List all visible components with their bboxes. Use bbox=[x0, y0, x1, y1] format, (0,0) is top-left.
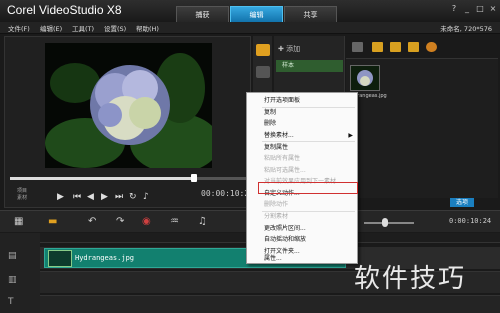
title-track[interactable] bbox=[40, 295, 500, 313]
tab-share[interactable]: 共享 bbox=[284, 6, 337, 22]
repeat-icon[interactable]: ↻ bbox=[129, 192, 137, 202]
hydrangea-image bbox=[45, 43, 212, 168]
show-audio-icon[interactable] bbox=[408, 42, 419, 52]
menu-delete[interactable]: 删除 bbox=[247, 118, 357, 129]
menu-properties[interactable]: 属性... bbox=[247, 253, 357, 264]
menu-paste-selected-attributes: 粘贴可选属性... bbox=[264, 166, 306, 174]
clip-thumbnail bbox=[48, 250, 72, 267]
sort-icon[interactable] bbox=[426, 42, 437, 52]
mixer-icon[interactable]: ♒ bbox=[170, 216, 179, 227]
media-thumbnail[interactable] bbox=[350, 65, 380, 91]
maximize-button[interactable]: □ bbox=[474, 4, 486, 14]
zoom-slider[interactable] bbox=[364, 222, 414, 224]
volume-icon[interactable]: ♪ bbox=[143, 192, 149, 202]
end-icon[interactable]: ⏭ bbox=[115, 192, 123, 202]
mode-clip[interactable]: 素材 bbox=[17, 195, 27, 202]
menu-tools[interactable]: 工具(T) bbox=[72, 23, 94, 33]
help-icon[interactable]: ? bbox=[448, 4, 460, 14]
storyboard-view-icon[interactable]: ▦ bbox=[14, 216, 23, 227]
scrub-handle[interactable] bbox=[191, 174, 197, 182]
track-headers: ▤ ▥ T bbox=[0, 233, 40, 313]
menu-auto-pan-zoom[interactable]: 自动摇动和缩放 bbox=[247, 234, 357, 245]
record-icon[interactable]: ◉ bbox=[142, 216, 151, 227]
menu-settings[interactable]: 设置(S) bbox=[104, 23, 126, 33]
instant-project-icon[interactable] bbox=[256, 66, 270, 78]
player-panel: 项目 素材 ▶ ⏮ ◀ ▶ ⏭ ↻ ♪ 00:00:10:25 bbox=[4, 36, 254, 208]
title-track-icon[interactable]: T bbox=[8, 297, 22, 309]
video-track-icon[interactable]: ▤ bbox=[8, 251, 22, 263]
scrub-bar[interactable] bbox=[10, 174, 247, 182]
zoom-handle[interactable] bbox=[382, 218, 388, 227]
prev-frame-icon[interactable]: ◀ bbox=[87, 192, 94, 202]
app-title: Corel VideoStudio X8 bbox=[7, 3, 122, 17]
folder-icon[interactable] bbox=[352, 42, 363, 52]
undo-icon[interactable]: ↶ bbox=[88, 216, 96, 227]
menu-copy[interactable]: 复制 bbox=[247, 107, 357, 118]
menu-change-photo-duration[interactable]: 更改照片区间... bbox=[247, 223, 357, 234]
auto-music-icon[interactable]: ♫ bbox=[198, 216, 207, 227]
play-icon[interactable]: ▶ bbox=[57, 192, 64, 202]
timeline-view-icon[interactable]: ▬ bbox=[48, 216, 57, 227]
context-menu: 打开选项面板 复制 删除 替换素材... ▶ 复制属性 粘贴所有属性 粘贴可选属性… bbox=[246, 92, 358, 264]
overlay-track-icon[interactable]: ▥ bbox=[8, 275, 22, 287]
clip-label: Hydrangeas.jpg bbox=[75, 254, 135, 262]
add-folder-button[interactable]: ✚ 添加 bbox=[278, 44, 300, 54]
library-toolbar bbox=[346, 42, 498, 56]
menu-help[interactable]: 帮助(H) bbox=[136, 23, 159, 33]
submenu-arrow-icon: ▶ bbox=[348, 131, 353, 139]
menu-replace-clip[interactable]: 替换素材... ▶ bbox=[247, 130, 357, 141]
menu-split-clip: 分割素材 bbox=[264, 213, 289, 221]
preview-image bbox=[45, 43, 212, 168]
close-button[interactable]: × bbox=[487, 4, 499, 14]
add-label: 添加 bbox=[286, 45, 301, 53]
play-mode-switch[interactable]: 项目 素材 bbox=[17, 188, 27, 202]
thumbnail-image bbox=[351, 66, 379, 90]
next-frame-icon[interactable]: ▶ bbox=[101, 192, 108, 202]
sample-folder[interactable]: 样本 bbox=[276, 60, 343, 72]
mode-project[interactable]: 项目 bbox=[17, 188, 27, 195]
tab-edit[interactable]: 编辑 bbox=[230, 6, 283, 22]
menu-delete-motion: 删除动作 bbox=[264, 201, 289, 208]
menu-edit[interactable]: 编辑(E) bbox=[40, 23, 62, 33]
timeline-timecode: 0:00:10:24 bbox=[449, 217, 492, 225]
menu-copy-attributes[interactable]: 复制属性 bbox=[247, 142, 357, 153]
media-icon[interactable] bbox=[256, 44, 270, 56]
options-button[interactable]: 选项 bbox=[450, 198, 474, 207]
scrub-progress bbox=[10, 177, 193, 180]
home-icon[interactable]: ⏮ bbox=[73, 192, 81, 202]
minimize-button[interactable]: _ bbox=[461, 4, 473, 14]
project-resolution: 未命名, 720*576 bbox=[440, 25, 492, 33]
menu-replace-label: 替换素材... bbox=[264, 131, 294, 139]
menu-file[interactable]: 文件(F) bbox=[8, 23, 30, 33]
menu-paste-all-attributes: 粘贴所有属性 bbox=[264, 155, 301, 163]
show-photo-icon[interactable] bbox=[390, 42, 401, 52]
show-video-icon[interactable] bbox=[372, 42, 383, 52]
library-content: Hydrangeas.jpg bbox=[346, 58, 498, 198]
redo-icon[interactable]: ↷ bbox=[116, 216, 124, 227]
menu-open-options[interactable]: 打开选项面板 bbox=[247, 95, 357, 106]
menu-bar: 文件(F) 编辑(E) 工具(T) 设置(S) 帮助(H) 未命名, 720*5… bbox=[0, 22, 500, 34]
watermark-text: 软件技巧 bbox=[354, 264, 467, 294]
tab-capture[interactable]: 捕获 bbox=[176, 6, 229, 22]
highlight-annotation bbox=[258, 182, 358, 194]
title-bar: Corel VideoStudio X8 捕获 编辑 共享 ? _ □ × bbox=[0, 0, 500, 22]
